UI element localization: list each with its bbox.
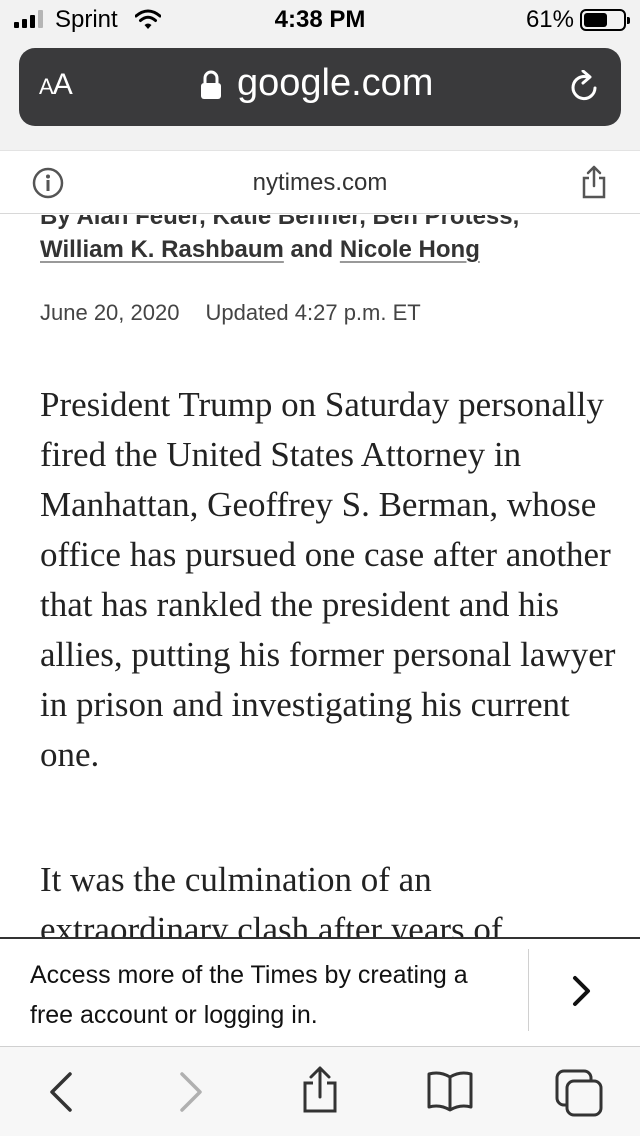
publish-date: June 20, 2020 xyxy=(40,300,180,325)
byline: William K. Rashbaum and Nicole Hong xyxy=(40,236,480,264)
reload-icon[interactable] xyxy=(569,70,601,104)
byline-partial: By Alan Feuer, Katie Benner, Ben Protess… xyxy=(40,215,520,230)
battery-icon xyxy=(580,9,630,31)
address-bar[interactable]: AA google.com xyxy=(19,48,621,126)
site-domain: nytimes.com xyxy=(252,169,388,196)
chevron-right-icon[interactable] xyxy=(570,973,594,1009)
text-size-button[interactable]: AA xyxy=(39,68,73,102)
lock-icon xyxy=(201,70,221,99)
dateline: June 20, 2020 Updated 4:27 p.m. ET xyxy=(40,300,421,326)
updated-time: Updated 4:27 p.m. ET xyxy=(205,300,421,325)
author-link[interactable]: William K. Rashbaum xyxy=(40,236,284,263)
author-link[interactable]: Nicole Hong xyxy=(340,236,480,263)
account-promo-banner[interactable]: Access more of the Times by creating a f… xyxy=(0,937,640,1047)
article-paragraph: It was the culmination of an extraordina… xyxy=(40,860,503,937)
tabs-icon[interactable] xyxy=(555,1069,605,1119)
promo-text: Access more of the Times by creating a f… xyxy=(30,961,468,1029)
divider xyxy=(528,949,529,1031)
site-bar: nytimes.com xyxy=(0,150,640,214)
article-body: By Alan Feuer, Katie Benner, Ben Protess… xyxy=(0,215,640,937)
status-bar: Sprint 4:38 PM 61% xyxy=(0,0,640,40)
share-icon[interactable] xyxy=(580,164,608,200)
share-icon[interactable] xyxy=(300,1065,340,1115)
back-icon[interactable] xyxy=(44,1069,80,1115)
battery-percent: 61% xyxy=(525,6,574,33)
url-text[interactable]: google.com xyxy=(237,62,433,105)
forward-icon[interactable] xyxy=(172,1069,208,1115)
bookmarks-icon[interactable] xyxy=(426,1069,474,1113)
article-paragraph: President Trump on Saturday personally f… xyxy=(40,385,616,774)
browser-toolbar xyxy=(0,1047,640,1136)
browser-top-bar: AA google.com xyxy=(0,40,640,150)
byline-connector: and xyxy=(283,236,340,263)
